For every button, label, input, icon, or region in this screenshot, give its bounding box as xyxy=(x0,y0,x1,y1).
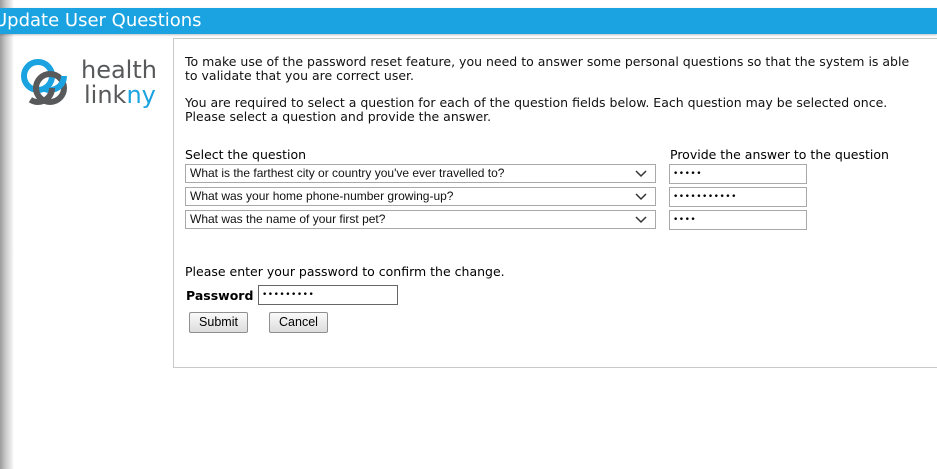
chevron-down-icon xyxy=(635,211,647,234)
logo-word-ny: ny xyxy=(126,81,156,109)
confirm-instruction: Please enter your password to confirm th… xyxy=(185,264,505,279)
answer-field-3[interactable]: •••• xyxy=(669,210,807,230)
question-select-3-value: What was the name of your first pet? xyxy=(190,212,386,226)
question-column-header: Select the question xyxy=(185,147,307,162)
logo-word-linkny: linkny xyxy=(84,82,156,108)
form-panel: To make use of the password reset featur… xyxy=(173,38,937,368)
logo-word-link: link xyxy=(84,81,127,109)
title-bar: Update User Questions xyxy=(0,8,937,34)
submit-button[interactable]: Submit xyxy=(189,312,248,333)
question-select-2-value: What was your home phone-number growing-… xyxy=(190,189,454,203)
password-field[interactable]: ••••••••• xyxy=(258,285,398,305)
window-title: Update User Questions xyxy=(0,10,202,31)
logo-word-health: health xyxy=(81,56,157,84)
question-select-1-value: What is the farthest city or country you… xyxy=(190,166,505,180)
cancel-button[interactable]: Cancel xyxy=(269,312,328,333)
password-label: Password xyxy=(186,288,254,303)
chevron-down-icon xyxy=(635,188,647,211)
answer-column-header: Provide the answer to the question xyxy=(670,147,889,162)
question-select-1[interactable]: What is the farthest city or country you… xyxy=(185,164,656,183)
answer-field-2[interactable]: ••••••••••• xyxy=(669,187,807,207)
intro-paragraph-1: To make use of the password reset featur… xyxy=(185,54,910,83)
window-edge-shadow xyxy=(0,0,14,469)
question-select-2[interactable]: What was your home phone-number growing-… xyxy=(185,187,656,206)
answer-field-1[interactable]: ••••• xyxy=(669,164,807,184)
healthlinkny-logo-icon xyxy=(21,59,67,105)
healthlinkny-logo: health linkny xyxy=(16,52,166,112)
chevron-down-icon xyxy=(635,165,647,188)
question-select-3[interactable]: What was the name of your first pet? xyxy=(185,210,656,229)
intro-paragraph-2: You are required to select a question fo… xyxy=(185,95,888,124)
dialog-window: Update User Questions health linkny To m… xyxy=(0,0,937,469)
